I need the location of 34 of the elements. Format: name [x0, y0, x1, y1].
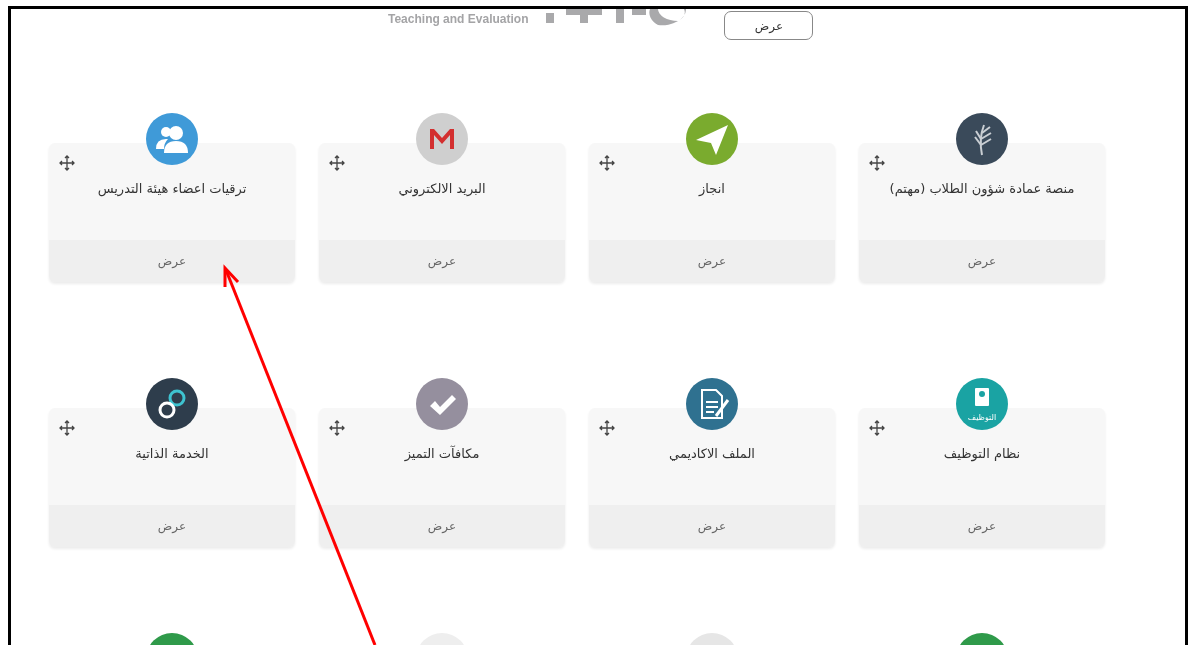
view-button[interactable]: عرض: [49, 505, 295, 547]
app-card[interactable]: مكافآت التميز عرض: [319, 408, 565, 547]
view-button[interactable]: عرض: [589, 505, 835, 547]
app-card[interactable]: ترقيات اعضاء هيئة التدريس عرض: [49, 143, 295, 282]
card-title: مكافآت التميز: [404, 446, 480, 464]
view-button[interactable]: عرض: [859, 505, 1105, 547]
view-button[interactable]: عرض: [859, 240, 1105, 282]
view-button[interactable]: عرض: [589, 240, 835, 282]
view-button[interactable]: عرض: [49, 240, 295, 282]
move-icon[interactable]: [59, 420, 75, 436]
app-card[interactable]: الخدمة الذاتية عرض: [49, 408, 295, 547]
app-card[interactable]: انجاز عرض: [589, 143, 835, 282]
logo-icon: [546, 9, 687, 27]
app-card[interactable]: الملف الاكاديمي عرض: [589, 408, 835, 547]
card-title: نظام التوظيف: [943, 446, 1021, 464]
move-icon[interactable]: [329, 155, 345, 171]
card-title: الخدمة الذاتية: [135, 446, 209, 463]
app-card[interactable]: منصة عمادة شؤون الطلاب (مهتم) عرض: [859, 143, 1105, 282]
move-icon[interactable]: [869, 420, 885, 436]
view-button[interactable]: عرض: [319, 505, 565, 547]
tagline: Teaching and Evaluation: [388, 12, 529, 26]
card-title: الملف الاكاديمي: [669, 446, 755, 463]
move-icon[interactable]: [329, 420, 345, 436]
view-button[interactable]: عرض: [724, 11, 814, 40]
move-icon[interactable]: [599, 155, 615, 171]
card-title: منصة عمادة شؤون الطلاب (مهتم): [889, 181, 1075, 199]
move-icon[interactable]: [599, 420, 615, 436]
app-card[interactable]: البريد الالكتروني عرض: [319, 143, 565, 282]
card-title: البريد الالكتروني: [398, 181, 486, 199]
move-icon[interactable]: [59, 155, 75, 171]
card-title: انجاز: [699, 181, 725, 198]
move-icon[interactable]: [869, 155, 885, 171]
view-button[interactable]: عرض: [319, 240, 565, 282]
card-title: ترقيات اعضاء هيئة التدريس: [97, 181, 247, 199]
